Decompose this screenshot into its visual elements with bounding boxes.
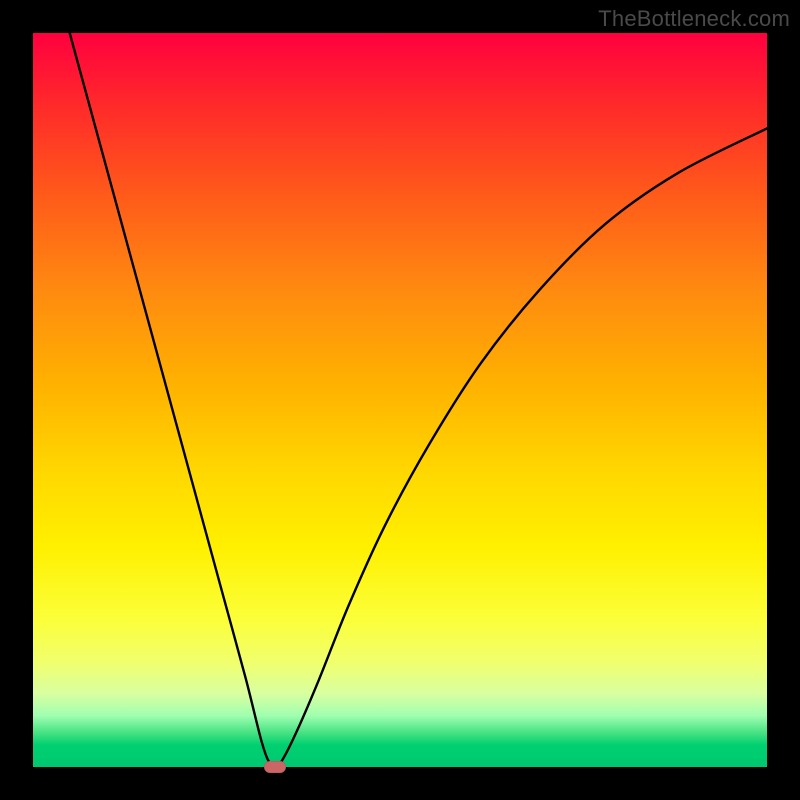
optimal-marker	[264, 761, 286, 773]
curve-svg	[33, 33, 767, 767]
bottleneck-curve	[70, 33, 767, 767]
watermark-text: TheBottleneck.com	[598, 6, 790, 32]
plot-area	[33, 33, 767, 767]
